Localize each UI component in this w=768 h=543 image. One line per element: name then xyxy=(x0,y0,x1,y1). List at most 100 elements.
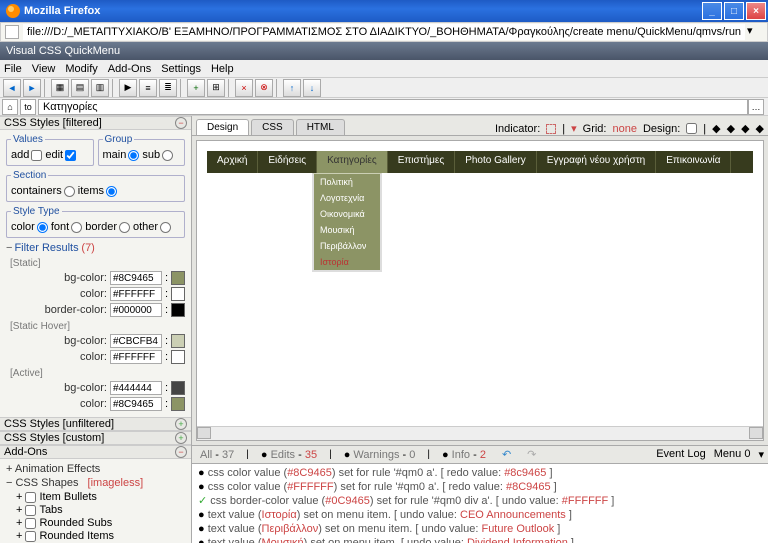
border-input[interactable] xyxy=(110,303,162,317)
toolbar-btn[interactable]: ⊞ xyxy=(207,79,225,97)
toolbar-btn[interactable]: ▦ xyxy=(51,79,69,97)
collapse-icon[interactable]: − xyxy=(175,446,187,458)
bt-all[interactable]: All - 37 xyxy=(196,448,238,462)
expand-icon[interactable]: + xyxy=(175,418,187,430)
menu-indicator[interactable]: Menu 0 xyxy=(714,448,751,461)
scroll-left[interactable] xyxy=(197,427,211,439)
toolbar-btn[interactable]: ◄ xyxy=(3,79,21,97)
toolbar-btn[interactable]: ► xyxy=(23,79,41,97)
menu-view[interactable]: View xyxy=(32,63,56,75)
main-radio[interactable] xyxy=(128,150,139,161)
bgcolor-hover-input[interactable] xyxy=(110,334,162,348)
bgcolor-input[interactable] xyxy=(110,271,162,285)
nav-item[interactable]: Επικοινωνία xyxy=(656,151,731,173)
edit-check[interactable] xyxy=(65,150,76,161)
bgcolor-active-input[interactable] xyxy=(110,381,162,395)
tab-css[interactable]: CSS xyxy=(251,119,294,135)
menu-modify[interactable]: Modify xyxy=(65,63,97,75)
scroll-right[interactable] xyxy=(749,427,763,439)
dropdown-item[interactable]: Πολιτική xyxy=(314,174,380,190)
panel-css-filtered[interactable]: CSS Styles [filtered] − xyxy=(0,116,191,130)
swatch[interactable] xyxy=(171,303,185,317)
swatch[interactable] xyxy=(171,271,185,285)
addon-item[interactable]: Item Bullets xyxy=(39,491,96,503)
toolbar-btn[interactable]: ▶ xyxy=(119,79,137,97)
nav-item[interactable]: Εγγραφή νέου χρήστη xyxy=(537,151,656,173)
addon-item[interactable]: Rounded Items xyxy=(39,530,114,542)
grid-value[interactable]: none xyxy=(612,123,636,135)
tab-design[interactable]: Design xyxy=(196,119,249,135)
expand-icon[interactable]: + xyxy=(175,432,187,444)
nav-item[interactable]: Photo Gallery xyxy=(455,151,537,173)
st-other-radio[interactable] xyxy=(160,222,171,233)
minimize-button[interactable]: _ xyxy=(702,2,722,20)
toolbar-btn[interactable]: ▥ xyxy=(91,79,109,97)
items-radio[interactable] xyxy=(106,186,117,197)
sub-radio[interactable] xyxy=(162,150,173,161)
close-button[interactable]: × xyxy=(746,2,766,20)
containers-radio[interactable] xyxy=(64,186,75,197)
menu-help[interactable]: Help xyxy=(211,63,234,75)
swatch[interactable] xyxy=(171,350,185,364)
addon-header[interactable]: CSS Shapes xyxy=(15,477,78,489)
color-active-input[interactable] xyxy=(110,397,162,411)
st-color-radio[interactable] xyxy=(37,222,48,233)
dropdown-item[interactable]: Περιβάλλον xyxy=(314,238,380,254)
bt-info[interactable]: ● Info - 2 xyxy=(438,448,490,462)
panel-addons[interactable]: Add-Ons− xyxy=(0,445,191,459)
menu-dropdown-icon[interactable]: ▾ xyxy=(758,448,764,461)
swatch[interactable] xyxy=(171,397,185,411)
swatch[interactable] xyxy=(171,381,185,395)
bc-go[interactable]: … xyxy=(748,99,764,115)
st-border-radio[interactable] xyxy=(119,222,130,233)
addon-item[interactable]: Rounded Subs xyxy=(39,517,112,529)
toolbar-delete[interactable]: × xyxy=(235,79,253,97)
bt-edits[interactable]: ● Edits - 35 xyxy=(257,448,321,462)
toolbar-delete-all[interactable]: ⊗ xyxy=(255,79,273,97)
event-log-link[interactable]: Event Log xyxy=(656,448,706,461)
swatch[interactable] xyxy=(171,334,185,348)
addon-item[interactable]: Tabs xyxy=(39,504,62,516)
dropdown-item-selected[interactable]: Ιστορία xyxy=(314,254,380,270)
dropdown-item[interactable]: Μουσική xyxy=(314,222,380,238)
color-input[interactable] xyxy=(110,287,162,301)
breadcrumb-input[interactable] xyxy=(38,99,748,115)
nav-item-active[interactable]: Κατηγορίες xyxy=(317,151,388,173)
bt-redo-icon[interactable]: ↷ xyxy=(523,447,540,462)
nav-item[interactable]: Αρχική xyxy=(207,151,258,173)
menu-file[interactable]: File xyxy=(4,63,22,75)
panel-css-custom[interactable]: CSS Styles [custom]+ xyxy=(0,431,191,445)
addon-check[interactable] xyxy=(25,492,36,503)
bt-undo-icon[interactable]: ↶ xyxy=(498,447,515,462)
arrow-icon[interactable]: ◆ xyxy=(756,122,764,135)
color-hover-input[interactable] xyxy=(110,350,162,364)
design-check[interactable] xyxy=(686,123,697,134)
addon-check[interactable] xyxy=(25,505,36,516)
addon-header[interactable]: Animation Effects xyxy=(15,463,100,475)
panel-css-unfiltered[interactable]: CSS Styles [unfiltered]+ xyxy=(0,417,191,431)
toolbar-btn[interactable]: ▤ xyxy=(71,79,89,97)
addon-check[interactable] xyxy=(25,518,36,529)
bt-warnings[interactable]: ● Warnings - 0 xyxy=(340,448,420,462)
go-icon[interactable]: ▾ xyxy=(747,24,763,40)
indicator-swatch[interactable] xyxy=(546,124,556,134)
add-check[interactable] xyxy=(31,150,42,161)
addon-check[interactable] xyxy=(25,531,36,542)
toolbar-up[interactable]: ↑ xyxy=(283,79,301,97)
design-canvas[interactable]: Αρχική Ειδήσεις Κατηγορίες Επιστήμες Pho… xyxy=(196,140,764,441)
dropdown-item[interactable]: Οικονομικά xyxy=(314,206,380,222)
nav-item[interactable]: Ειδήσεις xyxy=(258,151,317,173)
menu-addons[interactable]: Add-Ons xyxy=(108,63,151,75)
dropdown-item[interactable]: Λογοτεχνία xyxy=(314,190,380,206)
tab-html[interactable]: HTML xyxy=(296,119,345,135)
url-input[interactable] xyxy=(23,24,745,40)
toolbar-btn[interactable]: ≣ xyxy=(159,79,177,97)
arrow-icon[interactable]: ◆ xyxy=(741,122,749,135)
collapse-icon[interactable]: − xyxy=(175,117,187,129)
maximize-button[interactable]: □ xyxy=(724,2,744,20)
arrow-icon[interactable]: ◆ xyxy=(712,122,720,135)
toolbar-btn[interactable]: ≡ xyxy=(139,79,157,97)
toolbar-add[interactable]: + xyxy=(187,79,205,97)
bc-home-icon[interactable]: ⌂ xyxy=(2,99,18,115)
swatch[interactable] xyxy=(171,287,185,301)
